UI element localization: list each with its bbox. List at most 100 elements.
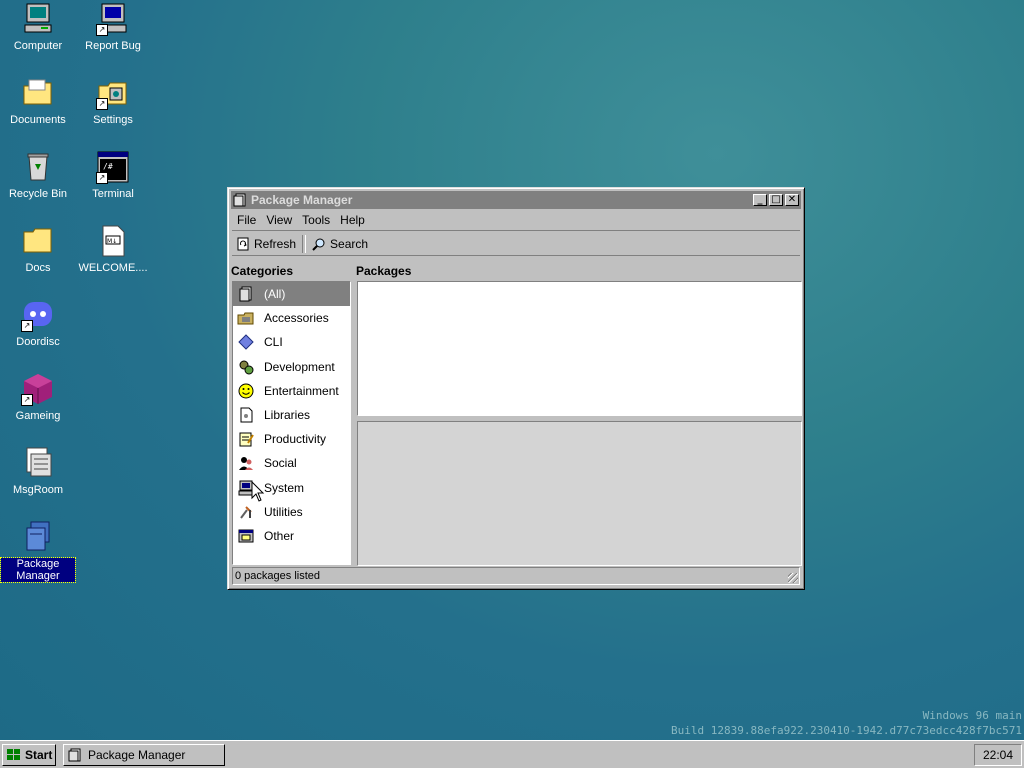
package-details-pane: [357, 421, 802, 566]
search-button[interactable]: Search: [308, 234, 372, 254]
mouse-cursor-icon: [251, 481, 265, 502]
package-manager-icon: [233, 193, 247, 207]
packages-heading: Packages: [356, 264, 412, 278]
desktop-icon-terminal[interactable]: /# ↗ Terminal: [76, 150, 150, 200]
recycle-bin-icon: [21, 150, 55, 184]
start-button[interactable]: Start: [2, 744, 56, 766]
search-label: Search: [330, 237, 369, 251]
minimize-button[interactable]: _: [753, 194, 767, 206]
shortcut-arrow-icon: ↗: [21, 394, 33, 406]
category-item-development[interactable]: Development: [233, 355, 350, 379]
desktop-icon-label: Settings: [93, 114, 133, 126]
desktop-icon-package-manager[interactable]: Package Manager: [0, 520, 76, 583]
category-label: Other: [264, 528, 295, 543]
watermark-line: Windows 96 main: [922, 709, 1022, 722]
menu-file[interactable]: File: [232, 213, 261, 227]
window-titlebar[interactable]: Package Manager _ □ ✕: [231, 191, 801, 209]
desktop-icon-label: Report Bug: [85, 40, 141, 52]
other-icon: [237, 528, 255, 544]
status-text: 0 packages listed: [235, 570, 320, 582]
terminal-icon: /# ↗: [96, 150, 130, 184]
category-item-all[interactable]: (All): [233, 282, 350, 307]
desktop-icon-label: Terminal: [92, 188, 134, 200]
category-item-productivity[interactable]: Productivity: [233, 427, 350, 451]
desktop-icon-label: Gameing: [15, 410, 61, 422]
close-button[interactable]: ✕: [785, 194, 799, 206]
desktop-icon-msgroom[interactable]: MsgRoom: [1, 446, 75, 496]
desktop-icon-label: Computer: [13, 40, 63, 52]
msgroom-icon: [21, 446, 55, 480]
doordisc-icon: ↗: [21, 298, 55, 332]
category-item-cli[interactable]: CLI: [233, 330, 350, 354]
utilities-icon: [237, 504, 255, 520]
watermark-line: Build 12839.88efa922.230410-1942.d77c73e…: [671, 724, 1022, 737]
category-label: Productivity: [264, 432, 327, 447]
all-icon: [237, 286, 255, 302]
productivity-icon: [237, 431, 255, 447]
desktop-icon-gameing[interactable]: ↗ Gameing: [1, 372, 75, 422]
desktop-icon-label: Package Manager: [0, 557, 76, 583]
shortcut-arrow-icon: ↗: [96, 24, 108, 36]
menu-view[interactable]: View: [261, 213, 297, 227]
shortcut-arrow-icon: ↗: [96, 172, 108, 184]
category-label: Development: [264, 359, 335, 374]
category-item-entertainment[interactable]: Entertainment: [233, 379, 350, 403]
system-tray-clock[interactable]: 22:04: [974, 744, 1022, 766]
windows-logo-icon: [6, 748, 22, 762]
menu-help[interactable]: Help: [335, 213, 370, 227]
category-item-social[interactable]: Social: [233, 451, 350, 475]
category-label: System: [264, 480, 305, 495]
toolbar: Refresh Search: [232, 233, 800, 256]
menu-bar: File View Tools Help: [232, 210, 800, 231]
packages-list[interactable]: [357, 281, 802, 416]
entertainment-icon: [237, 383, 255, 399]
taskbar-item-package-manager[interactable]: Package Manager: [63, 744, 225, 766]
maximize-button[interactable]: □: [769, 194, 783, 206]
development-icon: [237, 359, 255, 375]
category-label: Libraries: [264, 408, 311, 423]
category-item-accessories[interactable]: Accessories: [233, 306, 350, 330]
taskbar: Start Package Manager 22:04: [0, 740, 1024, 768]
desktop-icon-computer[interactable]: Computer: [1, 2, 75, 52]
categories-heading: Categories: [231, 264, 294, 278]
svg-text:M↓: M↓: [107, 238, 117, 245]
desktop-icon-docs[interactable]: Docs: [1, 224, 75, 274]
category-label: Social: [264, 456, 297, 471]
window-title: Package Manager: [251, 193, 353, 207]
desktop-icon-doordisc[interactable]: ↗ Doordisc: [1, 298, 75, 348]
start-label: Start: [25, 748, 53, 762]
desktop-icon-welcome[interactable]: M↓ WELCOME....: [76, 224, 150, 274]
category-label: Utilities: [264, 504, 303, 519]
package-manager-window[interactable]: Package Manager _ □ ✕ File View Tools He…: [227, 187, 805, 590]
menu-tools[interactable]: Tools: [297, 213, 335, 227]
category-item-other[interactable]: Other: [233, 524, 350, 548]
desktop-icon-label: WELCOME....: [78, 262, 148, 274]
category-item-utilities[interactable]: Utilities: [233, 500, 350, 524]
desktop-icon-report-bug[interactable]: ↗ Report Bug: [76, 2, 150, 52]
documents-folder-icon: [21, 76, 55, 110]
desktop-icon-label: Doordisc: [16, 336, 60, 348]
category-label: CLI: [264, 335, 283, 350]
desktop-icon-label: Recycle Bin: [8, 188, 68, 200]
category-label: (All): [264, 287, 286, 302]
search-icon: [312, 237, 326, 251]
desktop-icon-recycle-bin[interactable]: Recycle Bin: [1, 150, 75, 200]
package-manager-icon: [21, 520, 55, 554]
libraries-icon: [237, 407, 255, 423]
desktop-icon-settings[interactable]: ↗ Settings: [76, 76, 150, 126]
categories-list[interactable]: (All) Accessories CLI Development Entert…: [232, 281, 351, 565]
desktop-icon-documents[interactable]: Documents: [1, 76, 75, 126]
cli-icon: [237, 334, 255, 351]
markdown-file-icon: M↓: [96, 224, 130, 258]
category-label: Entertainment: [264, 383, 339, 398]
toolbar-separator: [302, 235, 307, 253]
clock-text: 22:04: [982, 748, 1014, 762]
accessories-icon: [237, 310, 255, 326]
category-label: Accessories: [264, 311, 329, 326]
refresh-button[interactable]: Refresh: [232, 234, 300, 254]
refresh-label: Refresh: [254, 237, 297, 251]
shortcut-arrow-icon: ↗: [21, 320, 33, 332]
resize-grip[interactable]: [788, 573, 798, 583]
category-item-libraries[interactable]: Libraries: [233, 403, 350, 427]
shortcut-arrow-icon: ↗: [96, 98, 108, 110]
